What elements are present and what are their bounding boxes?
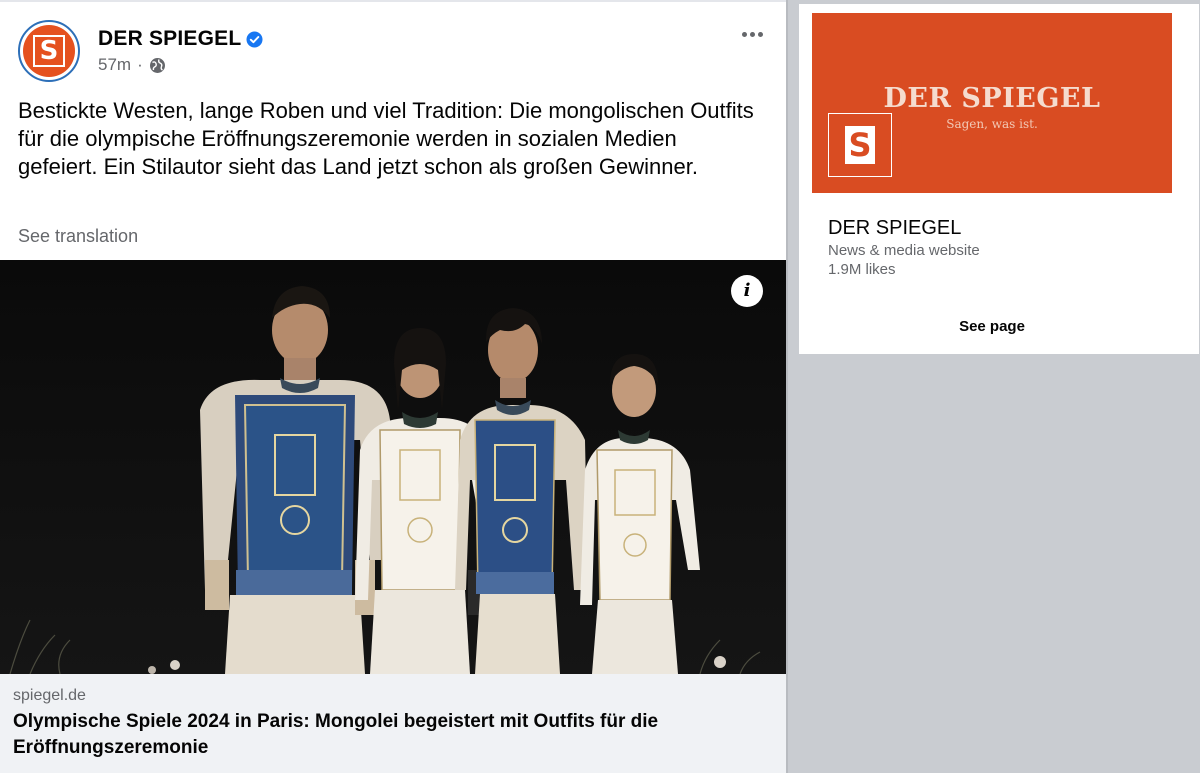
more-dot <box>741 31 747 37</box>
more-dot <box>757 31 763 37</box>
cover-wordmark: DER SPIEGEL <box>883 83 1101 114</box>
post-text: Bestickte Westen, lange Roben und viel T… <box>18 98 754 179</box>
page-preview-card: DER SPIEGEL Sagen, was ist. S DER SPIEGE… <box>799 4 1199 354</box>
verified-badge-icon <box>246 31 263 48</box>
meta-separator: · <box>137 55 143 74</box>
page-name-row: DER SPIEGEL <box>98 27 263 51</box>
photo-info-button[interactable]: i <box>731 275 763 307</box>
post-meta: 57m · <box>98 55 263 75</box>
header-text: DER SPIEGEL 57m · <box>98 27 263 75</box>
facebook-feed-view: S DER SPIEGEL 57m · Bestickte Westen, la… <box>0 0 1200 773</box>
globe-icon[interactable] <box>149 57 166 74</box>
column-divider <box>786 0 788 773</box>
link-preview[interactable]: spiegel.de Olympische Spiele 2024 in Par… <box>0 674 786 773</box>
link-title: Olympische Spiele 2024 in Paris: Mongole… <box>13 711 659 758</box>
page-avatar[interactable]: S <box>18 20 80 82</box>
cover-logo: S <box>828 113 892 177</box>
more-options-button[interactable] <box>732 22 772 46</box>
post-card: S DER SPIEGEL 57m · Bestickte Westen, la… <box>0 0 786 773</box>
post-photo[interactable] <box>0 260 786 674</box>
side-page-category: News & media website <box>828 242 980 259</box>
side-page-name[interactable]: DER SPIEGEL <box>828 217 961 240</box>
info-icon: i <box>743 280 751 301</box>
link-domain: spiegel.de <box>13 687 86 704</box>
see-translation-link[interactable]: See translation <box>18 226 138 247</box>
post-header: S DER SPIEGEL 57m · <box>18 20 263 82</box>
cover-logo-letter: S <box>845 126 875 164</box>
side-page-likes: 1.9M likes <box>828 261 896 278</box>
see-page-button[interactable]: See page <box>799 318 1185 335</box>
page-name-link[interactable]: DER SPIEGEL <box>98 27 241 51</box>
cover-photo[interactable]: DER SPIEGEL Sagen, was ist. S <box>812 13 1172 193</box>
avatar-letter: S <box>33 35 65 67</box>
photo-illustration <box>0 260 786 674</box>
more-dot <box>749 31 755 37</box>
post-timestamp[interactable]: 57m <box>98 55 131 75</box>
avatar-logo: S <box>23 25 75 77</box>
